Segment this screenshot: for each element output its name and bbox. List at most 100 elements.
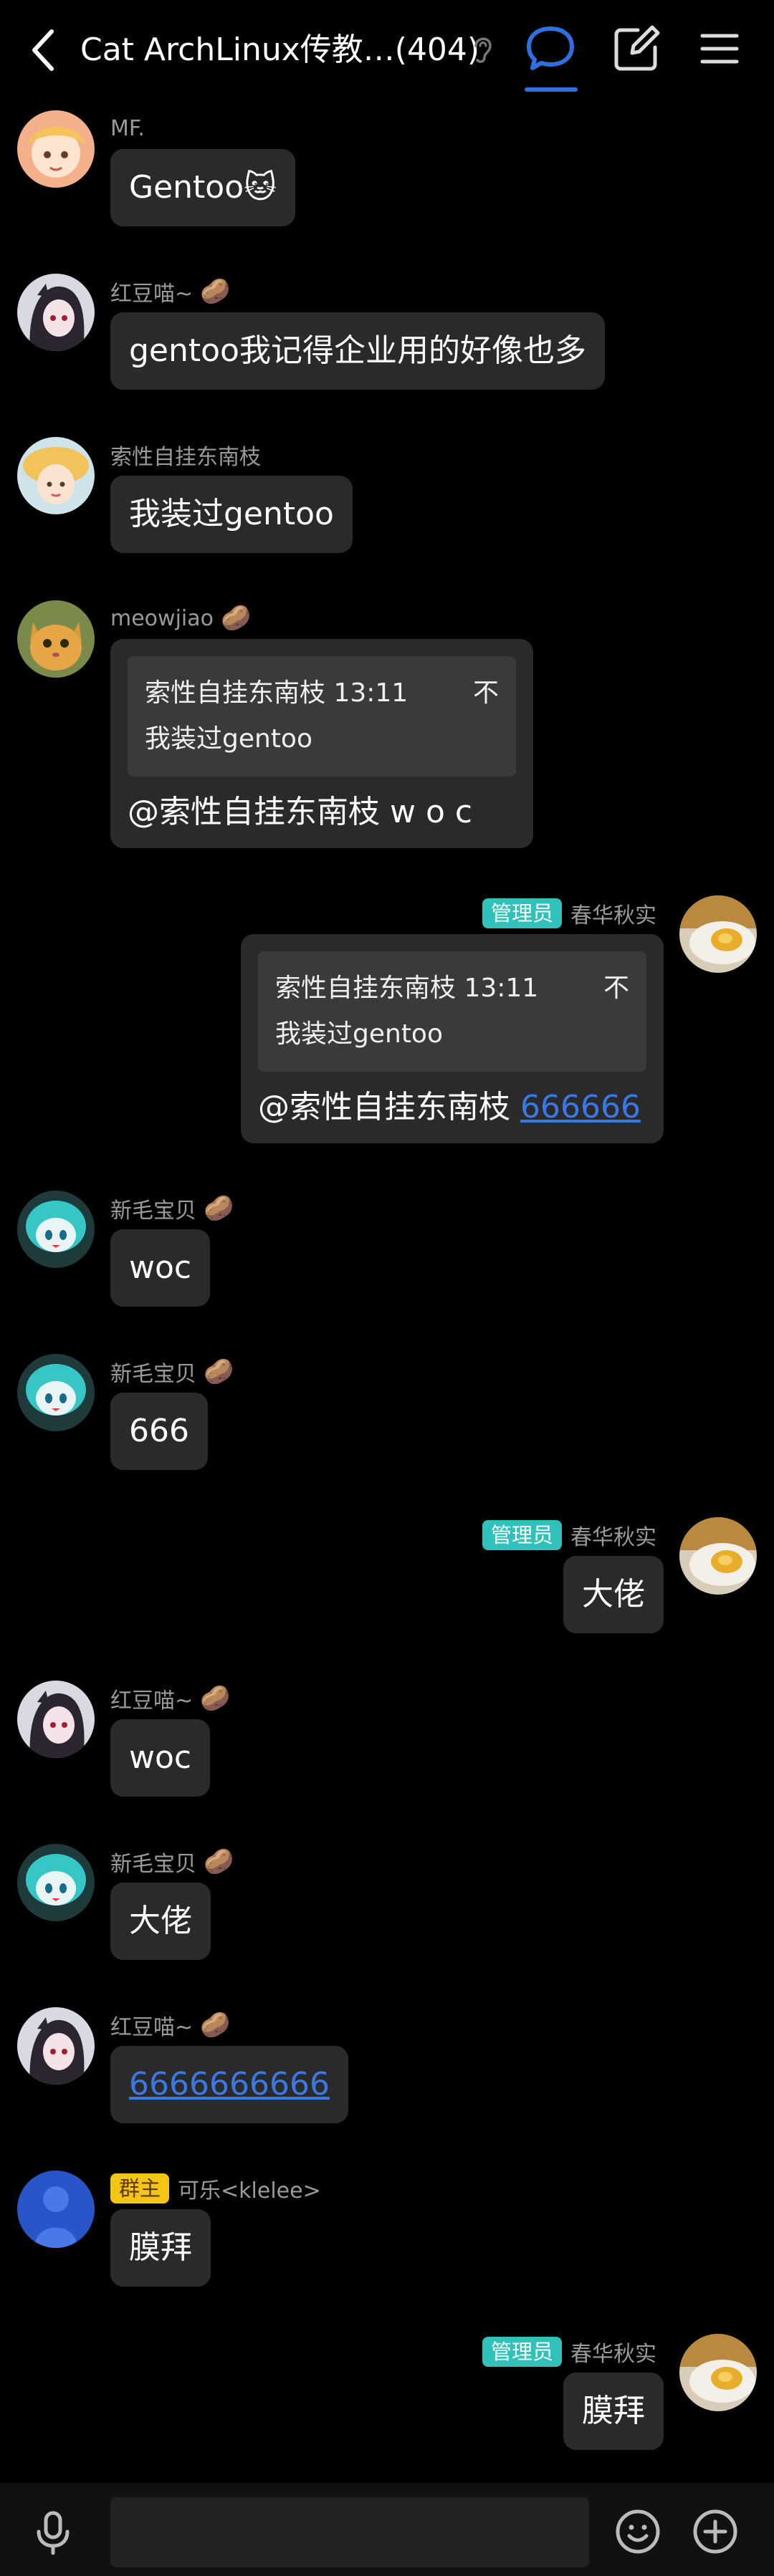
- avatar[interactable]: [17, 2171, 95, 2248]
- admin-role-badge: 管理员: [482, 898, 562, 928]
- message-link[interactable]: 666666: [520, 1089, 641, 1125]
- sender-name[interactable]: 可乐<klelee>: [178, 2173, 321, 2204]
- message-bubble[interactable]: 大佬: [110, 1883, 211, 1960]
- avatar-anime-dark-hair: [17, 2007, 95, 2085]
- message-text: woc: [129, 1249, 192, 1286]
- avatar-egg-plate: [679, 2334, 757, 2411]
- chat-title[interactable]: Cat ArchLinux传教…(404): [80, 23, 479, 77]
- active-tab-indicator: [525, 87, 578, 92]
- message-bubble[interactable]: 索性自挂东南枝 13:11 我装过gentoo 不 @索性自挂东南枝 w o c: [110, 639, 533, 848]
- potato-badge-icon: 🥔: [204, 1357, 234, 1386]
- plus-icon[interactable]: [688, 2504, 742, 2559]
- input-bar: [0, 2483, 774, 2576]
- sender-name[interactable]: 索性自挂东南枝: [110, 439, 261, 471]
- sender-name[interactable]: 春华秋实: [570, 1519, 656, 1551]
- message-link[interactable]: 6666666666: [129, 2066, 330, 2102]
- sender-name-row: 群主 可乐<klelee>: [110, 2171, 321, 2206]
- emoji-icon[interactable]: [611, 2504, 665, 2559]
- sender-name[interactable]: 新毛宝贝: [110, 1356, 196, 1388]
- chat-bubble-icon[interactable]: [522, 20, 579, 77]
- avatar[interactable]: [679, 895, 757, 973]
- sender-name-row: MF.: [110, 110, 145, 146]
- avatar[interactable]: [679, 2334, 757, 2411]
- admin-role-badge: 管理员: [482, 2337, 562, 2367]
- sender-name-row: 红豆喵~ 🥔: [110, 2007, 230, 2043]
- sender-name-row: 管理员 春华秋实: [482, 1517, 656, 1553]
- message-bubble[interactable]: 索性自挂东南枝 13:11 我装过gentoo 不 @索性自挂东南枝 66666…: [241, 934, 664, 1143]
- message-text: 膜拜: [582, 2393, 645, 2429]
- message-text: gentoo我记得企业用的好像也多: [129, 332, 586, 369]
- sender-name-row: 新毛宝贝 🥔: [110, 1844, 234, 1880]
- message-text: 大佬: [582, 1576, 645, 1613]
- avatar-egg-plate: [679, 1517, 757, 1595]
- sender-name[interactable]: meowjiao: [110, 606, 214, 631]
- quote-author: 索性自挂东南枝 13:11: [275, 974, 539, 1003]
- message-bubble[interactable]: 膜拜: [563, 2373, 664, 2450]
- chat-header: Cat ArchLinux传教…(404): [0, 0, 774, 100]
- quote-jump-icon[interactable]: 不: [603, 966, 629, 1011]
- sender-name-row: 管理员 春华秋实: [482, 2334, 656, 2370]
- avatar[interactable]: [17, 437, 95, 514]
- message-bubble[interactable]: Gentoo🐱: [110, 149, 296, 226]
- avatar-cat: [17, 600, 95, 678]
- message-bubble[interactable]: 666: [110, 1393, 208, 1470]
- avatar[interactable]: [17, 1844, 95, 1921]
- message-bubble[interactable]: 6666666666: [110, 2046, 348, 2123]
- sender-name[interactable]: 新毛宝贝: [110, 1193, 196, 1224]
- avatar[interactable]: [679, 1517, 757, 1595]
- message-bubble[interactable]: 我装过gentoo: [110, 476, 353, 553]
- sender-name[interactable]: 春华秋实: [570, 2336, 656, 2368]
- sender-name[interactable]: 春华秋实: [570, 898, 656, 929]
- message-text: @索性自挂东南枝 w o c: [128, 794, 473, 830]
- message-text: @索性自挂东南枝: [258, 1089, 520, 1125]
- message-text: 我装过gentoo: [129, 496, 334, 532]
- message-text: 大佬: [129, 1903, 192, 1939]
- sender-name[interactable]: 新毛宝贝: [110, 1846, 196, 1878]
- avatar[interactable]: [17, 274, 95, 351]
- sender-name[interactable]: 红豆喵~: [110, 1683, 193, 1714]
- message-text: woc: [129, 1739, 192, 1776]
- avatar-girl-yellow-hat: [17, 437, 95, 514]
- potato-badge-icon: 🥔: [204, 1194, 234, 1223]
- avatar-anime-blonde: [17, 110, 95, 188]
- avatar-miku: [17, 1354, 95, 1431]
- avatar[interactable]: [17, 110, 95, 188]
- avatar-miku: [17, 1191, 95, 1268]
- potato-badge-icon: 🥔: [200, 1684, 231, 1713]
- message-bubble[interactable]: woc: [110, 1229, 211, 1307]
- quote-text: 我装过gentoo: [275, 1019, 443, 1049]
- sender-name[interactable]: MF.: [110, 116, 145, 141]
- back-arrow-icon[interactable]: [23, 21, 66, 79]
- sender-name[interactable]: 红豆喵~: [110, 276, 193, 307]
- avatar[interactable]: [17, 600, 95, 678]
- avatar[interactable]: [17, 1681, 95, 1758]
- message-bubble[interactable]: 膜拜: [110, 2209, 211, 2287]
- sender-name-row: 新毛宝贝 🥔: [110, 1354, 234, 1390]
- sender-name-row: meowjiao 🥔: [110, 600, 251, 636]
- menu-icon[interactable]: [691, 20, 748, 77]
- sender-name-row: 索性自挂东南枝: [110, 437, 261, 473]
- message-text: 膜拜: [129, 2229, 192, 2266]
- message-bubble[interactable]: gentoo我记得企业用的好像也多: [110, 312, 605, 390]
- quote-jump-icon[interactable]: 不: [473, 671, 499, 716]
- avatar[interactable]: [17, 2007, 95, 2085]
- potato-badge-icon: 🥔: [200, 2011, 231, 2039]
- ear-icon[interactable]: [470, 33, 496, 66]
- sender-name-row: 管理员 春华秋实: [482, 895, 656, 931]
- edit-icon[interactable]: [608, 20, 665, 77]
- message-input[interactable]: [110, 2497, 589, 2567]
- avatar-miku: [17, 1844, 95, 1921]
- message-text: 666: [129, 1413, 189, 1449]
- microphone-icon[interactable]: [26, 2504, 80, 2559]
- owner-role-badge: 群主: [110, 2173, 170, 2203]
- quote-text: 我装过gentoo: [145, 724, 312, 754]
- avatar[interactable]: [17, 1354, 95, 1431]
- quoted-message[interactable]: 索性自挂东南枝 13:11 我装过gentoo 不: [258, 951, 646, 1072]
- sender-name[interactable]: 红豆喵~: [110, 2009, 193, 2041]
- sender-name-row: 新毛宝贝 🥔: [110, 1191, 234, 1226]
- quoted-message[interactable]: 索性自挂东南枝 13:11 我装过gentoo 不: [128, 656, 516, 777]
- message-bubble[interactable]: woc: [110, 1719, 211, 1797]
- message-bubble[interactable]: 大佬: [563, 1556, 664, 1633]
- avatar[interactable]: [17, 1191, 95, 1268]
- avatar-egg-plate: [679, 895, 757, 973]
